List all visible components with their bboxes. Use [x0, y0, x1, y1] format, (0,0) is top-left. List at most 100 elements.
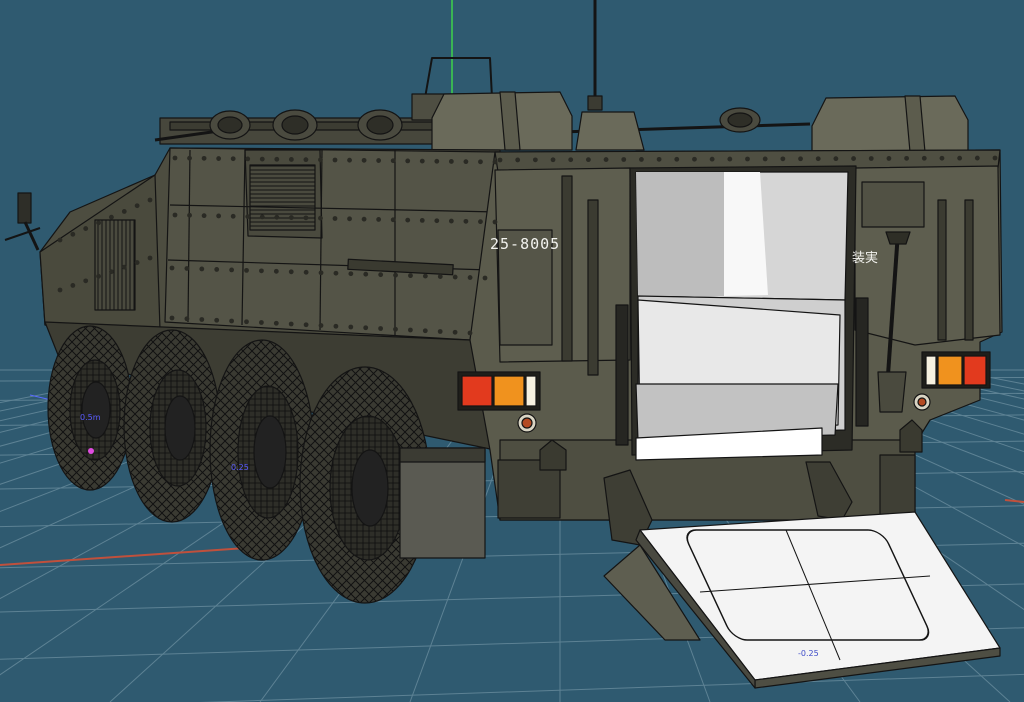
rear-door-opening[interactable] [629, 165, 857, 461]
rivet [851, 156, 856, 161]
rivet [422, 328, 428, 334]
rivet [621, 157, 627, 162]
rivet [363, 271, 369, 277]
rivet [57, 237, 63, 243]
rivet [492, 219, 498, 225]
rivet [259, 268, 264, 274]
rivet [333, 270, 339, 276]
side-vent-grille [249, 164, 316, 231]
dimension-label: 0.25 [231, 463, 249, 472]
side-mirror [17, 192, 32, 224]
rivet [332, 157, 338, 163]
rivet [348, 271, 354, 277]
rivet [745, 156, 750, 162]
rivet [419, 218, 425, 223]
rivet [422, 273, 428, 279]
rivet [230, 156, 236, 162]
rivet [273, 320, 279, 326]
rivet [463, 159, 469, 165]
rivet [437, 274, 443, 279]
scene-canvas[interactable]: 25-8005 装実 0.5m 0.25 -0.25 [0, 0, 1024, 702]
rivet [172, 155, 178, 161]
3d-viewport[interactable]: 25-8005 装実 0.5m 0.25 -0.25 [0, 0, 1024, 702]
door-strut [615, 304, 629, 446]
rivet [408, 273, 413, 279]
rivet [515, 157, 521, 163]
rivet [798, 156, 803, 162]
rear-marking: 装実 [852, 250, 878, 266]
wheel-3 [209, 339, 315, 561]
rivet [448, 159, 454, 164]
rivet [230, 213, 236, 219]
rivet [201, 213, 207, 219]
rivet [727, 156, 733, 162]
rivet [467, 330, 473, 336]
rivet [467, 275, 473, 280]
rivet [492, 159, 498, 165]
rivet [448, 218, 454, 224]
door-strut [855, 297, 869, 427]
rivet [376, 217, 382, 222]
rivet [378, 272, 384, 278]
rivet [363, 325, 369, 331]
rivet [376, 158, 382, 163]
rivet [957, 155, 963, 161]
rivet [147, 255, 153, 261]
rivet [939, 155, 945, 161]
rivet [361, 216, 367, 222]
rivet [199, 266, 205, 272]
rivet [478, 219, 483, 225]
rivet [585, 157, 591, 163]
rivet [70, 231, 76, 237]
rivet [303, 157, 309, 163]
rivet [405, 158, 411, 164]
rivet [709, 156, 715, 162]
rivet [318, 270, 324, 276]
rivet [273, 268, 279, 274]
rivet [259, 156, 265, 162]
rivet [109, 269, 114, 275]
rivet [229, 267, 235, 273]
rivet [134, 203, 140, 209]
dimension-label: -0.25 [798, 649, 819, 658]
rivet [434, 158, 440, 164]
rivet [83, 278, 89, 284]
rivet [244, 319, 249, 325]
rivet [639, 157, 644, 162]
rivet [96, 273, 101, 279]
dimension-label: 0.5m [80, 413, 101, 422]
rivet [216, 156, 222, 161]
rivet [603, 157, 609, 162]
rivet [868, 156, 874, 161]
rivet [333, 323, 339, 329]
rivet [184, 266, 190, 271]
rivet [274, 156, 280, 162]
rivet [904, 155, 910, 161]
rivet [390, 158, 396, 164]
rivet [199, 317, 205, 322]
rivet [815, 156, 821, 162]
wheel-2 [123, 329, 221, 523]
rivet [214, 317, 220, 323]
rivet [109, 214, 114, 220]
rivet [674, 156, 680, 162]
rivet [288, 215, 294, 220]
rivet [70, 283, 76, 288]
rivet [921, 155, 927, 161]
rivet [992, 155, 998, 161]
rivet [83, 226, 89, 231]
rivet [692, 156, 697, 162]
rivet [274, 214, 280, 220]
rivet [347, 216, 352, 222]
rivet [187, 212, 192, 218]
rivet [216, 213, 222, 219]
rivet [361, 157, 367, 163]
rivet [833, 156, 839, 162]
rivet [780, 156, 786, 162]
rivet [348, 324, 354, 330]
rivet [656, 156, 662, 162]
rivet [886, 156, 892, 161]
rivet [187, 155, 192, 161]
rivet [482, 275, 488, 281]
rivet [393, 272, 398, 278]
